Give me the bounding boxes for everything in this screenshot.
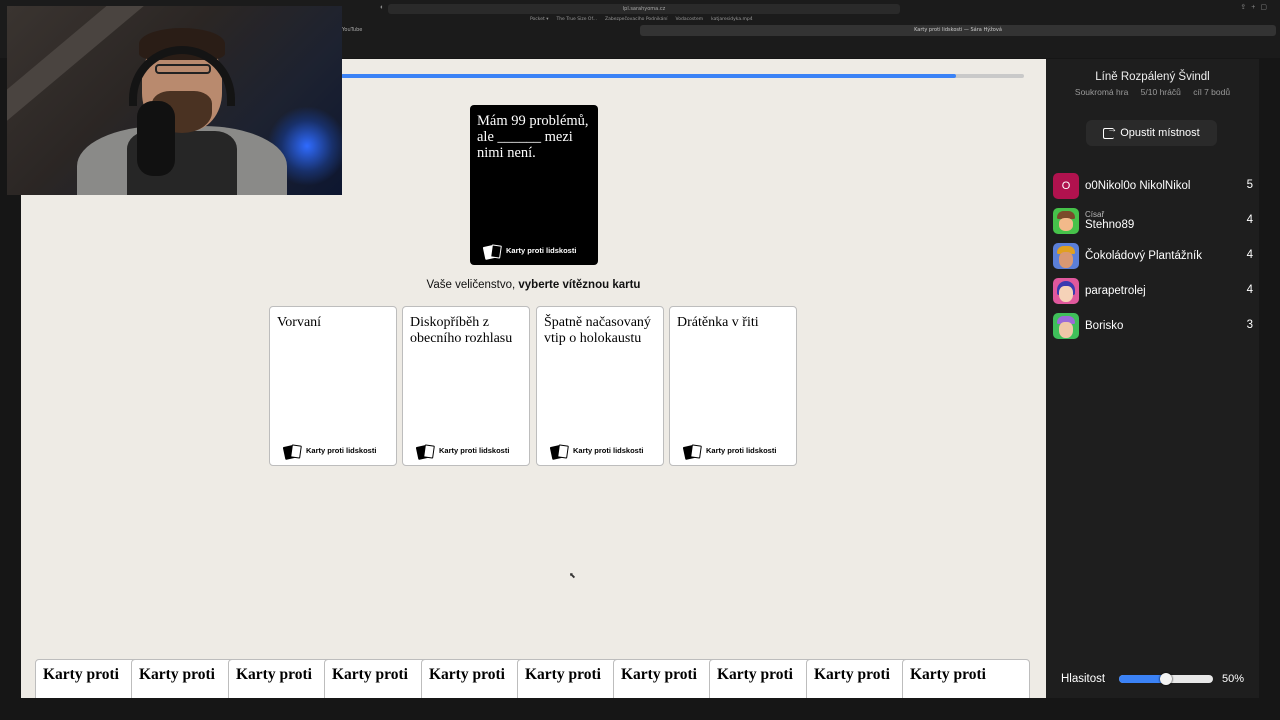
player-score: 5 <box>1246 179 1253 191</box>
cards-logo-icon <box>549 443 569 460</box>
cards-logo-icon <box>682 443 702 460</box>
player-title: Císař <box>1085 210 1105 219</box>
room-type: Soukromá hra <box>1074 87 1129 97</box>
player-score: 3 <box>1246 319 1253 331</box>
bookmark-item[interactable]: Zabezpečovacího Podnikání <box>605 15 668 24</box>
volume-slider[interactable] <box>1119 673 1213 685</box>
player-name: Stehno89 <box>1085 219 1135 231</box>
new-tab-icon[interactable]: + <box>1251 4 1260 11</box>
card-footer: Karty proti lidskosti <box>482 243 577 260</box>
player-hand: Karty proti Karty proti Karty proti Kart… <box>35 659 1031 698</box>
cards-logo-icon <box>482 243 502 260</box>
player-row: Borisko 3 <box>1053 308 1253 343</box>
leave-room-label: Opustit místnost <box>1120 127 1200 139</box>
tabs-overview-icon[interactable]: ▢ <box>1260 4 1272 11</box>
answer-card-text: Diskopříběh z obecního rozhlasu <box>410 315 513 346</box>
volume-control: Hlasitost 50% <box>1061 671 1251 687</box>
answer-card-text: Špatně načasovaný vtip o holokaustu <box>544 315 651 346</box>
player-avatar: O <box>1053 172 1079 199</box>
player-count: 5/10 hráčů <box>1140 87 1181 97</box>
round-progress-fill <box>341 74 956 78</box>
player-row: parapetrolej 4 <box>1053 273 1253 308</box>
player-name: parapetrolej <box>1085 284 1146 297</box>
player-name: Borisko <box>1085 319 1124 332</box>
card-brand: Karty proti lidskosti <box>439 446 510 455</box>
card-brand: Karty proti lidskosti <box>706 446 777 455</box>
bookmark-item[interactable]: The True Size Of... <box>556 15 597 24</box>
prompt-text: Vaše veličenstvo, <box>426 279 519 291</box>
card-footer: Karty proti lidskosti <box>682 443 777 460</box>
volume-percent: 50% <box>1222 673 1245 685</box>
player-avatar <box>1053 312 1079 339</box>
avatar-letter: O <box>1061 179 1071 192</box>
tab-youtube[interactable]: YouTube <box>342 25 362 36</box>
player-list: O o0Nikol0o NikolNikol 5 Císař Stehno89 4… <box>1053 168 1253 343</box>
card-footer: Karty proti lidskosti <box>282 443 377 460</box>
answer-card[interactable]: Vorvaní Karty proti lidskosti <box>269 306 397 466</box>
answer-card[interactable]: Drátěnka v řiti Karty proti lidskosti <box>669 306 797 466</box>
share-icon[interactable]: ⇪ <box>1240 4 1251 11</box>
address-bar[interactable]: lpl.sarahyoma.cz <box>388 4 900 14</box>
round-progress-bar <box>341 74 1024 78</box>
player-name: Čokoládový Plantážník <box>1085 249 1202 262</box>
player-avatar <box>1053 242 1079 269</box>
answer-card[interactable]: Diskopříběh z obecního rozhlasu Karty pr… <box>402 306 530 466</box>
bookmark-item[interactable]: katjaresidyka.mp4 <box>711 15 753 24</box>
answer-card[interactable]: Špatně načasovaný vtip o holokaustu Kart… <box>536 306 664 466</box>
score-goal: cíl 7 bodů <box>1193 87 1231 97</box>
mouse-cursor-icon: ⬉ <box>569 571 576 580</box>
volume-label: Hlasitost <box>1061 673 1106 685</box>
card-footer: Karty proti lidskosti <box>549 443 644 460</box>
player-avatar <box>1053 277 1079 304</box>
prompt-emphasis: vyberte vítěznou kartu <box>518 279 641 291</box>
card-brand: Karty proti lidskosti <box>306 446 377 455</box>
player-score: 4 <box>1246 284 1253 296</box>
browser-actions[interactable]: ⇪+▢ <box>1240 3 1272 11</box>
cards-logo-icon <box>415 443 435 460</box>
card-brand: Karty proti lidskosti <box>506 246 577 255</box>
player-row: O o0Nikol0o NikolNikol 5 <box>1053 168 1253 203</box>
room-meta: Soukromá hra 5/10 hráčů cíl 7 bodů <box>1046 87 1259 97</box>
player-avatar <box>1053 207 1079 234</box>
bookmark-item[interactable]: Pocket ▾ <box>530 15 548 24</box>
webcam-overlay <box>7 6 342 195</box>
card-footer: Karty proti lidskosti <box>415 443 510 460</box>
leave-room-icon <box>1103 124 1117 139</box>
room-sidebar: Líně Rozpálený Švindl Soukromá hra 5/10 … <box>1046 59 1259 698</box>
shield-icon[interactable]: ◐ <box>380 4 384 11</box>
judge-prompt: Vaše veličenstvo, vyberte vítěznou kartu <box>21 279 1046 291</box>
hand-card[interactable]: Karty proti <box>902 659 1030 698</box>
answer-card-text: Drátěnka v řiti <box>677 315 759 330</box>
card-brand: Karty proti lidskosti <box>573 446 644 455</box>
player-row: Císař Stehno89 4 <box>1053 203 1253 238</box>
volume-fill <box>1119 675 1166 683</box>
player-row: Čokoládový Plantážník 4 <box>1053 238 1253 273</box>
player-score: 4 <box>1246 249 1253 261</box>
cards-logo-icon <box>282 443 302 460</box>
bookmark-item[interactable]: Vodacostem <box>676 15 704 24</box>
volume-thumb[interactable] <box>1160 673 1172 685</box>
black-card: Mám 99 problémů, ale ______ mezi nimi ne… <box>470 105 598 265</box>
bookmarks-bar: Pocket ▾ The True Size Of... Zabezpečova… <box>530 15 753 24</box>
player-name: o0Nikol0o NikolNikol <box>1085 179 1191 192</box>
player-score: 4 <box>1246 214 1253 226</box>
answer-card-text: Vorvaní <box>277 315 322 330</box>
black-card-text: Mám 99 problémů, ale ______ mezi nimi ne… <box>477 113 589 161</box>
tab-active[interactable]: Karty proti lidskosti — Sára Hýžová <box>640 25 1276 36</box>
microphone <box>137 101 175 176</box>
room-name: Líně Rozpálený Švindl <box>1095 71 1210 83</box>
leave-room-button[interactable]: Opustit místnost <box>1086 120 1217 146</box>
